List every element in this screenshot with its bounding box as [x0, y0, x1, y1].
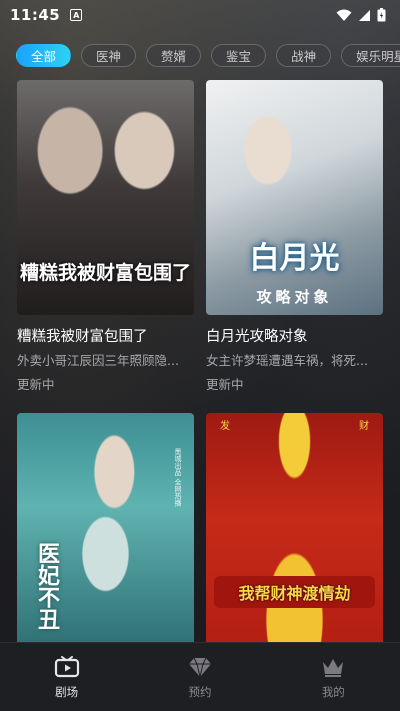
drama-poster[interactable]: 发 财 我帮财神渡情劫 — [206, 413, 383, 648]
drama-grid: 糟糕我被财富包围了 糟糕我被财富包围了 外卖小哥江辰因三年照顾隐... 更新中 … — [17, 80, 383, 648]
status-bar: 11:45 A — [0, 0, 400, 30]
crown-icon — [323, 659, 344, 677]
notification-icon: A — [70, 9, 83, 21]
drama-card[interactable]: 糟糕我被财富包围了 糟糕我被财富包围了 外卖小哥江辰因三年照顾隐... 更新中 — [17, 80, 194, 393]
poster-side-text: 墨城出品 全网热播 — [174, 448, 182, 507]
poster-subtitle: 攻略对象 — [256, 288, 333, 306]
drama-title[interactable]: 白月光攻略对象 — [206, 325, 383, 346]
poster-title: 糟糕我被财富包围了 — [19, 262, 191, 284]
drama-poster[interactable]: 白月光 攻略对象 — [206, 80, 383, 315]
poster-title: 我帮财神渡情劫 — [214, 576, 375, 608]
tab-entertainment[interactable]: 娱乐明星 — [341, 44, 400, 67]
status-time: 11:45 — [10, 6, 61, 24]
drama-poster[interactable]: 墨城出品 全网热播 医妃不丑 — [17, 413, 194, 648]
poster-corner-left: 发 — [220, 421, 230, 432]
drama-status: 更新中 — [206, 377, 244, 392]
drama-title[interactable]: 糟糕我被财富包围了 — [17, 325, 194, 346]
drama-card[interactable]: 发 财 我帮财神渡情劫 — [206, 413, 383, 648]
poster-title: 医妃不丑 — [34, 542, 60, 630]
poster-corner-right: 财 — [359, 421, 369, 432]
tab-son-in-law[interactable]: 赘婿 — [146, 44, 202, 67]
category-tabs: 全部 医神 赘婿 鉴宝 战神 娱乐明星 — [16, 44, 400, 68]
tv-play-icon — [54, 656, 79, 678]
bottom-navigation: 剧场 预约 我的 — [0, 642, 400, 711]
wifi-icon — [336, 9, 352, 21]
nav-label: 我的 — [321, 685, 345, 699]
drama-description: 外卖小哥江辰因三年照顾隐... — [17, 353, 179, 368]
nav-theater[interactable]: 剧场 — [0, 643, 133, 711]
drama-card[interactable]: 墨城出品 全网热播 医妃不丑 — [17, 413, 194, 648]
tab-all[interactable]: 全部 — [16, 44, 72, 67]
poster-title: 白月光 — [249, 241, 340, 276]
nav-label: 剧场 — [55, 685, 79, 699]
tab-treasure[interactable]: 鉴宝 — [211, 44, 267, 67]
nav-mine[interactable]: 我的 — [267, 643, 400, 711]
battery-icon — [377, 8, 386, 22]
drama-status: 更新中 — [17, 377, 55, 392]
diamond-icon — [188, 657, 211, 678]
tab-war-god[interactable]: 战神 — [276, 44, 332, 67]
nav-reserve[interactable]: 预约 — [133, 643, 266, 711]
signal-icon — [359, 9, 370, 21]
tab-doctor-god[interactable]: 医神 — [81, 44, 137, 67]
drama-card[interactable]: 白月光 攻略对象 白月光攻略对象 女主许梦瑶遭遇车祸，将死... 更新中 — [206, 80, 383, 393]
nav-label: 预约 — [188, 685, 212, 699]
drama-poster[interactable]: 糟糕我被财富包围了 — [17, 80, 194, 315]
drama-description: 女主许梦瑶遭遇车祸，将死... — [206, 353, 368, 368]
